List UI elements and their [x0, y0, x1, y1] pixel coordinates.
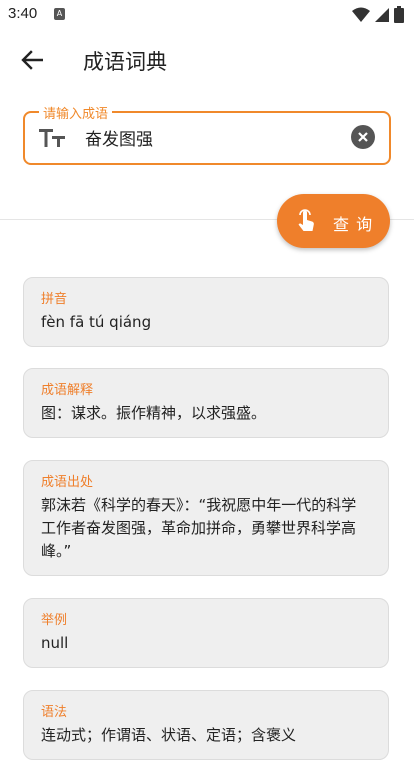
battery-icon: [394, 6, 404, 23]
clear-button[interactable]: [351, 125, 375, 149]
query-button[interactable]: 查 询: [277, 194, 390, 248]
notification-icon: A: [54, 8, 65, 20]
example-card: 举例 null: [23, 598, 389, 668]
grammar-card: 语法 连动式；作谓语、状语、定语；含褒义: [23, 690, 389, 760]
back-button[interactable]: [18, 46, 46, 74]
status-icons: [352, 6, 404, 23]
card-text: fèn fā tú qiáng: [41, 313, 152, 331]
card-text: 郭沫若《科学的春天》：“我祝愿中年一代的科学工作者奋发图强，革命加拼命，勇攀世界…: [41, 496, 357, 560]
card-text: null: [41, 634, 69, 652]
card-title: 成语解释: [41, 383, 94, 398]
search-input[interactable]: [85, 127, 335, 147]
wifi-icon: [352, 7, 370, 22]
status-time: 3:40: [8, 5, 38, 22]
close-icon: [358, 132, 368, 142]
card-title: 成语出处: [41, 475, 94, 490]
cellular-signal-icon: [375, 7, 389, 22]
origin-card: 成语出处 郭沫若《科学的春天》：“我祝愿中年一代的科学工作者奋发图强，革命加拼命…: [23, 460, 389, 576]
idiom-search-field[interactable]: 请输入成语: [23, 103, 391, 165]
app-bar: 成语词典: [0, 30, 414, 90]
touch-icon: [298, 209, 314, 231]
card-text: 图：谋求。振作精神，以求强盛。: [41, 404, 267, 422]
text-fields-icon: [39, 129, 65, 147]
explanation-card: 成语解释 图：谋求。振作精神，以求强盛。: [23, 368, 389, 438]
card-title: 举例: [41, 613, 68, 628]
pinyin-card: 拼音 fèn fā tú qiáng: [23, 277, 389, 347]
page-title: 成语词典: [83, 50, 167, 74]
card-title: 语法: [41, 705, 68, 720]
search-field-label: 请输入成语: [39, 103, 113, 122]
status-bar: 3:40 A: [0, 0, 414, 30]
query-button-label: 查 询: [333, 215, 374, 234]
card-title: 拼音: [41, 292, 68, 307]
arrow-left-icon: [21, 50, 43, 70]
